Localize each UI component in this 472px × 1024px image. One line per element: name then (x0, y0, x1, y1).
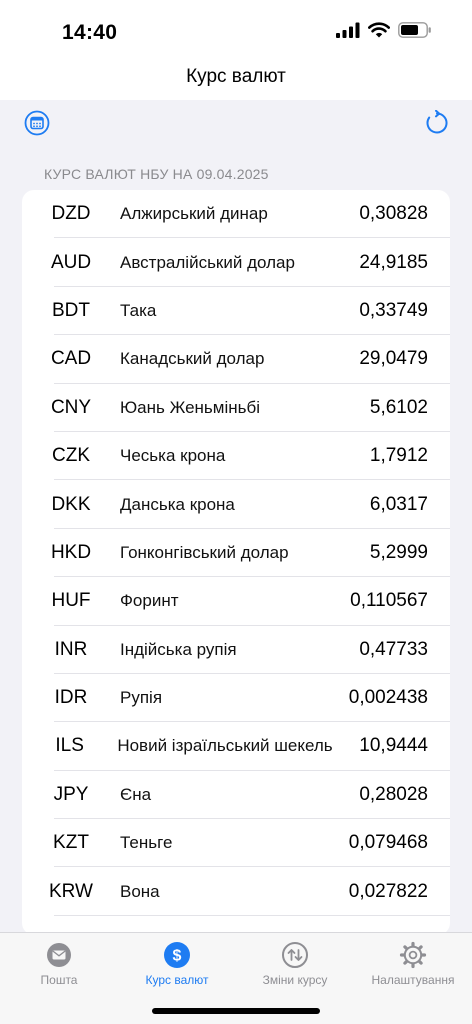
rate-row-cad[interactable]: CAD Канадський долар 29,0479 (22, 335, 450, 384)
exchange-rate-value: 0,30828 (359, 203, 428, 225)
exchange-rate-value: 1,7912 (369, 445, 428, 467)
refresh-icon[interactable] (424, 110, 450, 136)
exchange-rate-value: 6,0317 (369, 493, 428, 515)
rate-row-idr[interactable]: IDR Рупія 0,002438 (22, 674, 450, 723)
currency-code: KZT (53, 832, 89, 854)
status-bar: 14:40 (0, 0, 472, 60)
dollar-circle-icon: $ (164, 942, 190, 968)
cellular-signal-icon (336, 22, 360, 38)
gear-icon (399, 941, 427, 969)
exchange-rate-value: 5,2999 (369, 541, 428, 563)
exchange-rate-value: 0,079468 (348, 832, 428, 854)
home-indicator (152, 1008, 320, 1014)
rate-row-krw[interactable]: KRW Вона 0,027822 (22, 867, 450, 917)
currency-name: Данська крона (120, 494, 235, 514)
exchange-rate-value: 0,33749 (359, 299, 428, 321)
currency-code: DKK (51, 493, 91, 515)
rate-row-dzd[interactable]: DZD Алжирський динар 0,30828 (22, 190, 450, 239)
rate-row-huf[interactable]: HUF Форинт 0,110567 (22, 577, 450, 626)
arrows-updown-icon (282, 942, 308, 968)
tab-rate-changes[interactable]: Зміни курсу (236, 941, 354, 987)
battery-icon (398, 22, 431, 38)
status-time: 14:40 (62, 21, 118, 44)
wifi-icon (368, 22, 390, 38)
tab-mail[interactable]: Пошта (0, 941, 118, 987)
navigation-bar: Курс валют (0, 60, 472, 100)
currency-name: Індійська рупія (120, 639, 237, 659)
currency-code: IDR (54, 687, 88, 709)
currency-name: Єна (120, 784, 152, 804)
rate-row-kzt[interactable]: KZT Теньге 0,079468 (22, 819, 450, 868)
currency-name: Алжирський динар (120, 204, 268, 224)
tab-label: Налаштування (371, 973, 455, 987)
exchange-rate-value: 0,28028 (359, 783, 428, 805)
rate-row-dkk[interactable]: DKK Данська крона 6,0317 (22, 480, 450, 530)
currency-code: BDT (52, 299, 90, 321)
currency-code: CAD (50, 348, 92, 370)
exchange-rate-value: 0,027822 (348, 880, 428, 902)
calendar-icon[interactable] (24, 110, 50, 136)
currency-name: Така (120, 300, 157, 320)
currency-name: Вона (120, 881, 160, 901)
currency-code: INR (54, 638, 88, 660)
rate-row-bdt[interactable]: BDT Така 0,33749 (22, 287, 450, 336)
exchange-rate-value: 0,110567 (350, 590, 428, 612)
currency-code: JPY (53, 783, 89, 805)
currency-code: AUD (50, 251, 92, 273)
currency-name: Теньге (120, 833, 173, 853)
currency-name: Австралійський долар (120, 252, 295, 272)
tab-exchange-rates[interactable]: $ Курс валют (118, 941, 236, 987)
toolbar (0, 100, 472, 150)
tab-settings[interactable]: Налаштування (354, 941, 472, 987)
currency-code: KRW (49, 880, 93, 902)
svg-text:$: $ (173, 948, 182, 965)
rates-list: DZD Алжирський динар 0,30828 AUD Австралійсь… (22, 190, 450, 935)
rate-row-czk[interactable]: CZK Чеська крона 1,7912 (22, 432, 450, 481)
currency-name: Гонконгівський долар (120, 542, 289, 562)
tab-label: Пошта (40, 973, 78, 987)
section-header: КУРС ВАЛЮТ НБУ НА 09.04.2025 (44, 166, 269, 182)
currency-name: Форинт (120, 591, 179, 611)
exchange-rate-value: 24,9185 (359, 251, 428, 273)
currency-code: HKD (50, 541, 92, 563)
rate-row-hkd[interactable]: HKD Гонконгівський долар 5,2999 (22, 529, 450, 578)
exchange-rate-value: 0,47733 (359, 638, 428, 660)
envelope-icon (47, 943, 71, 967)
tab-label: Курс валют (145, 973, 209, 987)
exchange-rate-value: 10,9444 (359, 735, 428, 757)
currency-code: CNY (50, 396, 92, 418)
currency-name: Новий ізраїльський шекель (117, 736, 333, 756)
rate-row-aud[interactable]: AUD Австралійський долар 24,9185 (22, 238, 450, 288)
currency-name: Юань Женьміньбі (120, 397, 261, 417)
currency-code: CZK (52, 445, 90, 467)
status-icons (336, 22, 432, 38)
page-title: Курс валют (186, 66, 286, 87)
rate-row-ils[interactable]: ILS Новий ізраїльський шекель 10,9444 (22, 722, 450, 772)
currency-code: ILS (55, 735, 84, 757)
currency-name: Чеська крона (120, 446, 226, 466)
rate-row-cny[interactable]: CNY Юань Женьміньбі 5,6102 (22, 384, 450, 433)
rate-row-inr[interactable]: INR Індійська рупія 0,47733 (22, 626, 450, 675)
tab-label: Зміни курсу (262, 973, 328, 987)
exchange-rate-value: 5,6102 (369, 396, 428, 418)
currency-code: DZD (51, 203, 91, 225)
rate-row-jpy[interactable]: JPY Єна 0,28028 (22, 771, 450, 820)
currency-name: Канадський долар (120, 349, 265, 369)
exchange-rate-value: 29,0479 (359, 348, 428, 370)
exchange-rate-value: 0,002438 (348, 687, 428, 709)
currency-name: Рупія (120, 688, 163, 708)
currency-code: HUF (51, 590, 91, 612)
